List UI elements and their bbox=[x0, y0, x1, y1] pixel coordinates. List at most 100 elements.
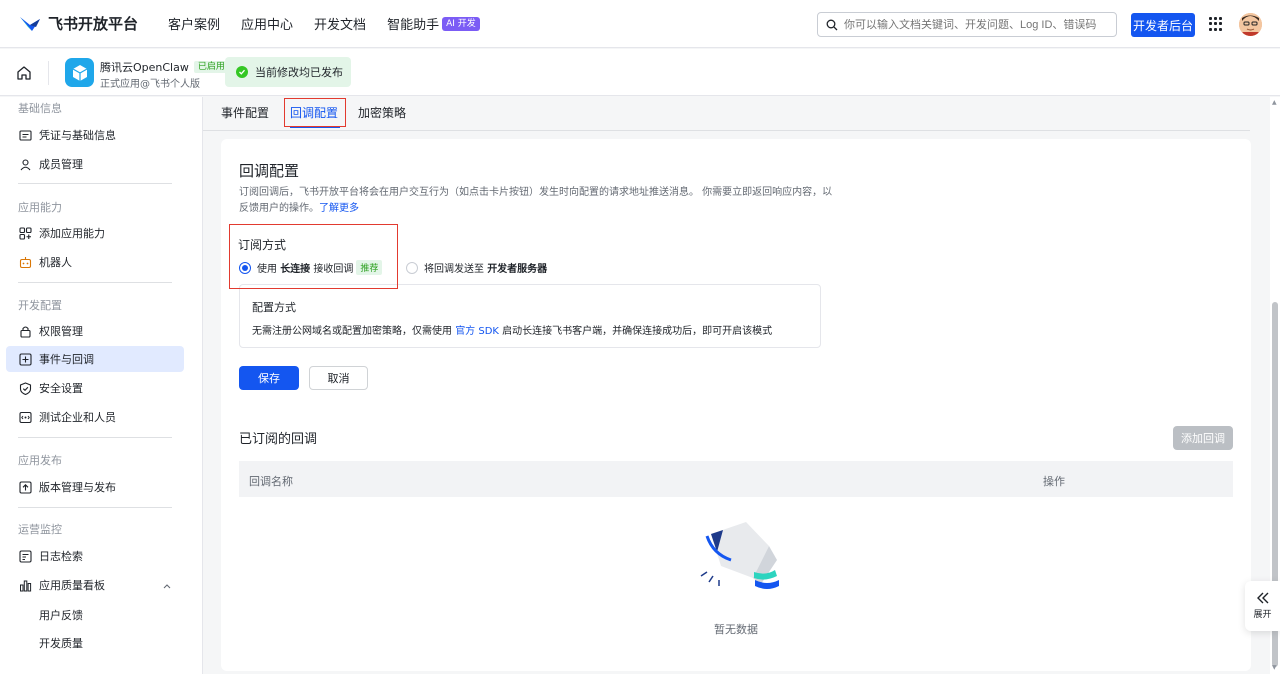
feishu-logo-icon bbox=[20, 16, 40, 31]
sidebar-item-credentials[interactable]: 凭证与基础信息 bbox=[6, 122, 184, 148]
sidebar-subitem-feedback[interactable]: 用户反馈 bbox=[39, 607, 83, 623]
cancel-button[interactable]: 取消 bbox=[309, 366, 368, 390]
check-circle-icon bbox=[236, 66, 248, 78]
sidebar-section-capability: 应用能力 bbox=[18, 201, 62, 214]
sidebar-subitem-dev-quality[interactable]: 开发质量 bbox=[39, 635, 83, 651]
home-icon[interactable] bbox=[16, 65, 32, 81]
search-icon bbox=[826, 19, 838, 30]
nav-link-assistant[interactable]: 智能助手 AI 开发 bbox=[387, 14, 480, 33]
sidebar-item-add-capability[interactable]: 添加应用能力 bbox=[6, 220, 184, 246]
avatar[interactable] bbox=[1239, 13, 1262, 36]
expand-panel-button[interactable]: 展开 bbox=[1245, 581, 1280, 631]
sidebar-section-dev-config: 开发配置 bbox=[18, 299, 62, 312]
search-input[interactable] bbox=[844, 18, 1104, 31]
search-box[interactable] bbox=[817, 12, 1117, 37]
radio-dev-server[interactable]: 将回调发送至 开发者服务器 bbox=[406, 260, 547, 275]
scroll-up-icon[interactable]: ▲ bbox=[1272, 99, 1277, 106]
save-button[interactable]: 保存 bbox=[239, 366, 299, 390]
sidebar-item-members[interactable]: 成员管理 bbox=[6, 151, 184, 177]
empty-state-text: 暂无数据 bbox=[714, 623, 758, 636]
sidebar-section-basic: 基础信息 bbox=[18, 102, 62, 115]
column-header-action: 操作 bbox=[1043, 475, 1065, 488]
divider bbox=[18, 437, 172, 438]
expand-label: 展开 bbox=[1253, 610, 1272, 620]
tab-event-config[interactable]: 事件配置 bbox=[221, 104, 269, 121]
sidebar-item-security[interactable]: 安全设置 bbox=[6, 375, 184, 401]
plus-square-icon bbox=[19, 352, 32, 366]
sidebar-item-label: 安全设置 bbox=[39, 382, 83, 395]
apps-grid-icon[interactable] bbox=[1209, 17, 1223, 31]
developer-console-button[interactable]: 开发者后台 bbox=[1131, 13, 1195, 37]
status-badge: 已启用 bbox=[193, 61, 229, 73]
card-description: 订阅回调后，飞书开放平台将会在用户交互行为（如点击卡片按钮）发生时向配置的请求地… bbox=[239, 185, 839, 217]
config-method-desc: 无需注册公网域名或配置加密策略，仅需使用 官方 SDK 启动长连接飞书客户端，并… bbox=[252, 322, 772, 337]
nav-link-assistant-label: 智能助手 bbox=[387, 18, 440, 33]
top-navbar: 飞书开放平台 客户案例 应用中心 开发文档 智能助手 AI 开发 开发者后台 bbox=[0, 0, 1280, 48]
sidebar-item-label: 成员管理 bbox=[39, 158, 83, 171]
option2-bold: 开发者服务器 bbox=[487, 264, 548, 275]
divider bbox=[48, 61, 49, 85]
table-header: 回调名称 操作 bbox=[239, 461, 1233, 497]
sidebar-item-bot[interactable]: 机器人 bbox=[6, 249, 184, 275]
empty-state-illustration-icon bbox=[700, 522, 779, 589]
nav-link-cases[interactable]: 客户案例 bbox=[168, 14, 220, 33]
config-method-title: 配置方式 bbox=[252, 301, 296, 314]
tab-bar: 事件配置 回调配置 加密策略 bbox=[203, 97, 1250, 131]
sidebar-item-label: 测试企业和人员 bbox=[39, 411, 116, 424]
sidebar-item-label: 权限管理 bbox=[39, 325, 83, 338]
app-icon bbox=[65, 58, 94, 87]
lock-icon bbox=[19, 325, 32, 338]
sdk-link[interactable]: 官方 SDK bbox=[455, 326, 499, 337]
publish-status-text: 当前修改均已发布 bbox=[255, 66, 343, 79]
sidebar-item-test-org[interactable]: 测试企业和人员 bbox=[6, 404, 184, 430]
upload-icon bbox=[19, 480, 32, 494]
chevron-up-icon[interactable] bbox=[162, 580, 172, 593]
cfg-desc-post: 启动长连接飞书客户端，并确保连接成功后，即可开启该模式 bbox=[502, 326, 773, 337]
publish-status: 当前修改均已发布 bbox=[225, 57, 351, 87]
subscribed-callbacks-title: 已订阅的回调 bbox=[239, 432, 318, 447]
sidebar-item-quality-board[interactable]: 应用质量看板 bbox=[6, 572, 184, 598]
sidebar-item-logs[interactable]: 日志检索 bbox=[6, 543, 184, 569]
app-subtitle: 正式应用@飞书个人版 bbox=[100, 79, 200, 90]
sidebar-item-versions[interactable]: 版本管理与发布 bbox=[6, 474, 184, 500]
add-callback-button[interactable]: 添加回调 bbox=[1173, 426, 1233, 450]
page-title: 回调配置 bbox=[239, 162, 300, 180]
shield-icon bbox=[19, 381, 32, 395]
log-icon bbox=[19, 549, 32, 563]
sidebar-item-label: 事件与回调 bbox=[39, 353, 94, 366]
highlight-box-tab bbox=[284, 98, 346, 127]
app-name-text: 腾讯云OpenClaw bbox=[100, 61, 189, 74]
sidebar-section-monitor: 运营监控 bbox=[18, 523, 62, 536]
double-chevron-left-icon bbox=[1256, 592, 1268, 604]
divider bbox=[18, 507, 172, 508]
highlight-box-subscribe bbox=[229, 224, 398, 289]
scroll-down-icon[interactable]: ▼ bbox=[1272, 664, 1277, 671]
id-card-icon bbox=[19, 129, 32, 142]
tab-encryption[interactable]: 加密策略 bbox=[358, 104, 406, 121]
nav-link-app-center[interactable]: 应用中心 bbox=[241, 14, 293, 33]
test-icon bbox=[19, 411, 32, 424]
cfg-desc-pre: 无需注册公网域名或配置加密策略，仅需使用 bbox=[252, 326, 452, 337]
sidebar-item-label: 应用质量看板 bbox=[39, 579, 105, 592]
sidebar-item-label: 机器人 bbox=[39, 256, 72, 269]
radio-unchecked-icon[interactable] bbox=[406, 261, 418, 274]
cube-icon bbox=[72, 64, 87, 81]
add-grid-icon bbox=[19, 226, 32, 240]
bar-chart-icon bbox=[19, 579, 32, 592]
config-method-box: 配置方式 无需注册公网域名或配置加密策略，仅需使用 官方 SDK 启动长连接飞书… bbox=[239, 284, 821, 348]
sidebar-item-label: 日志检索 bbox=[39, 550, 83, 563]
sidebar-item-permissions[interactable]: 权限管理 bbox=[6, 318, 184, 344]
avatar-face-icon bbox=[1239, 13, 1262, 36]
app-header: 腾讯云OpenClaw 已启用 正式应用@飞书个人版 当前修改均已发布 bbox=[0, 49, 1280, 96]
user-icon bbox=[19, 158, 32, 171]
sidebar-item-events-callbacks[interactable]: 事件与回调 bbox=[6, 346, 184, 372]
app-name: 腾讯云OpenClaw 已启用 bbox=[100, 59, 229, 75]
column-header-name: 回调名称 bbox=[249, 475, 293, 488]
nav-link-docs[interactable]: 开发文档 bbox=[314, 14, 366, 33]
logo[interactable]: 飞书开放平台 bbox=[18, 13, 138, 34]
divider bbox=[18, 183, 172, 184]
learn-more-link[interactable]: 了解更多 bbox=[319, 203, 359, 214]
ai-badge: AI 开发 bbox=[442, 16, 480, 31]
option2-pre: 将回调发送至 bbox=[424, 264, 484, 275]
sidebar-item-label: 版本管理与发布 bbox=[39, 481, 116, 494]
